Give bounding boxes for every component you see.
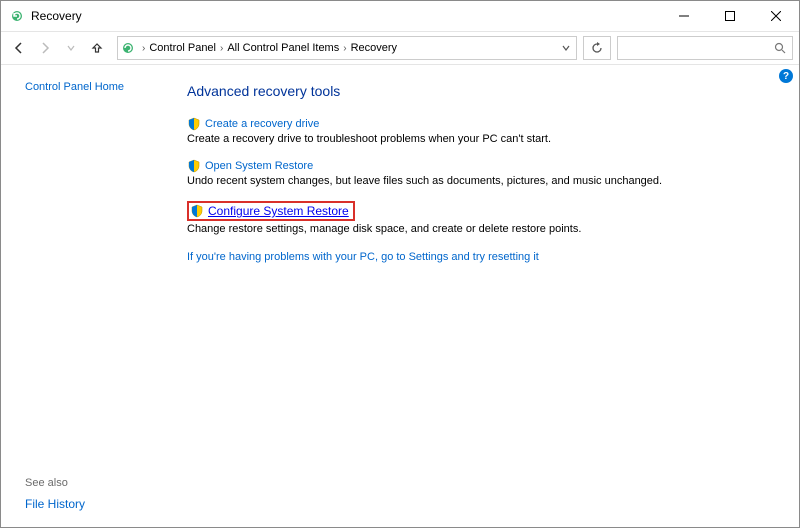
control-panel-icon [120, 40, 136, 56]
see-also-label: See also [25, 477, 85, 489]
highlight-box: Configure System Restore [187, 201, 355, 221]
minimize-button[interactable] [661, 1, 707, 31]
breadcrumb-all-items[interactable]: All Control Panel Items [225, 42, 341, 54]
recent-dropdown[interactable] [59, 36, 83, 60]
page-title: Advanced recovery tools [187, 83, 779, 99]
window-title: Recovery [31, 9, 82, 23]
tool-desc: Create a recovery drive to troubleshoot … [187, 133, 779, 145]
titlebar: Recovery [1, 1, 799, 31]
body: Control Panel Home See also File History… [1, 65, 799, 527]
reset-pc-help: If you're having problems with your PC, … [187, 249, 779, 263]
file-history-link[interactable]: File History [25, 497, 85, 511]
close-button[interactable] [753, 1, 799, 31]
maximize-button[interactable] [707, 1, 753, 31]
shield-icon [187, 159, 201, 173]
breadcrumb-control-panel[interactable]: Control Panel [147, 42, 218, 54]
reset-pc-link[interactable]: If you're having problems with your PC, … [187, 251, 539, 263]
chevron-right-icon[interactable]: › [140, 43, 147, 54]
app-icon [9, 8, 25, 24]
shield-icon [187, 117, 201, 131]
chevron-right-icon[interactable]: › [341, 43, 348, 54]
tool-open-system-restore: Open System Restore Undo recent system c… [187, 159, 779, 187]
address-dropdown[interactable] [558, 44, 574, 52]
search-icon [774, 42, 786, 54]
control-panel-home-link[interactable]: Control Panel Home [25, 81, 124, 93]
see-also-section: See also File History [25, 477, 85, 511]
create-recovery-drive-link[interactable]: Create a recovery drive [205, 118, 319, 130]
chevron-right-icon[interactable]: › [218, 43, 225, 54]
back-button[interactable] [7, 36, 31, 60]
content-area: ? Advanced recovery tools Create a recov… [183, 65, 799, 527]
help-icon[interactable]: ? [779, 69, 793, 83]
shield-icon [190, 204, 204, 218]
window-controls [661, 1, 799, 31]
address-bar[interactable]: › Control Panel › All Control Panel Item… [117, 36, 577, 60]
tool-configure-system-restore: Configure System Restore Change restore … [187, 201, 779, 235]
tool-desc: Change restore settings, manage disk spa… [187, 223, 779, 235]
configure-system-restore-link[interactable]: Configure System Restore [208, 204, 349, 218]
sidebar: Control Panel Home [1, 65, 183, 527]
tool-desc: Undo recent system changes, but leave fi… [187, 175, 779, 187]
search-input[interactable] [617, 36, 793, 60]
refresh-button[interactable] [583, 36, 611, 60]
breadcrumb-recovery[interactable]: Recovery [349, 42, 399, 54]
forward-button[interactable] [33, 36, 57, 60]
open-system-restore-link[interactable]: Open System Restore [205, 160, 313, 172]
toolbar: › Control Panel › All Control Panel Item… [1, 31, 799, 65]
up-button[interactable] [85, 36, 109, 60]
tool-create-recovery-drive: Create a recovery drive Create a recover… [187, 117, 779, 145]
